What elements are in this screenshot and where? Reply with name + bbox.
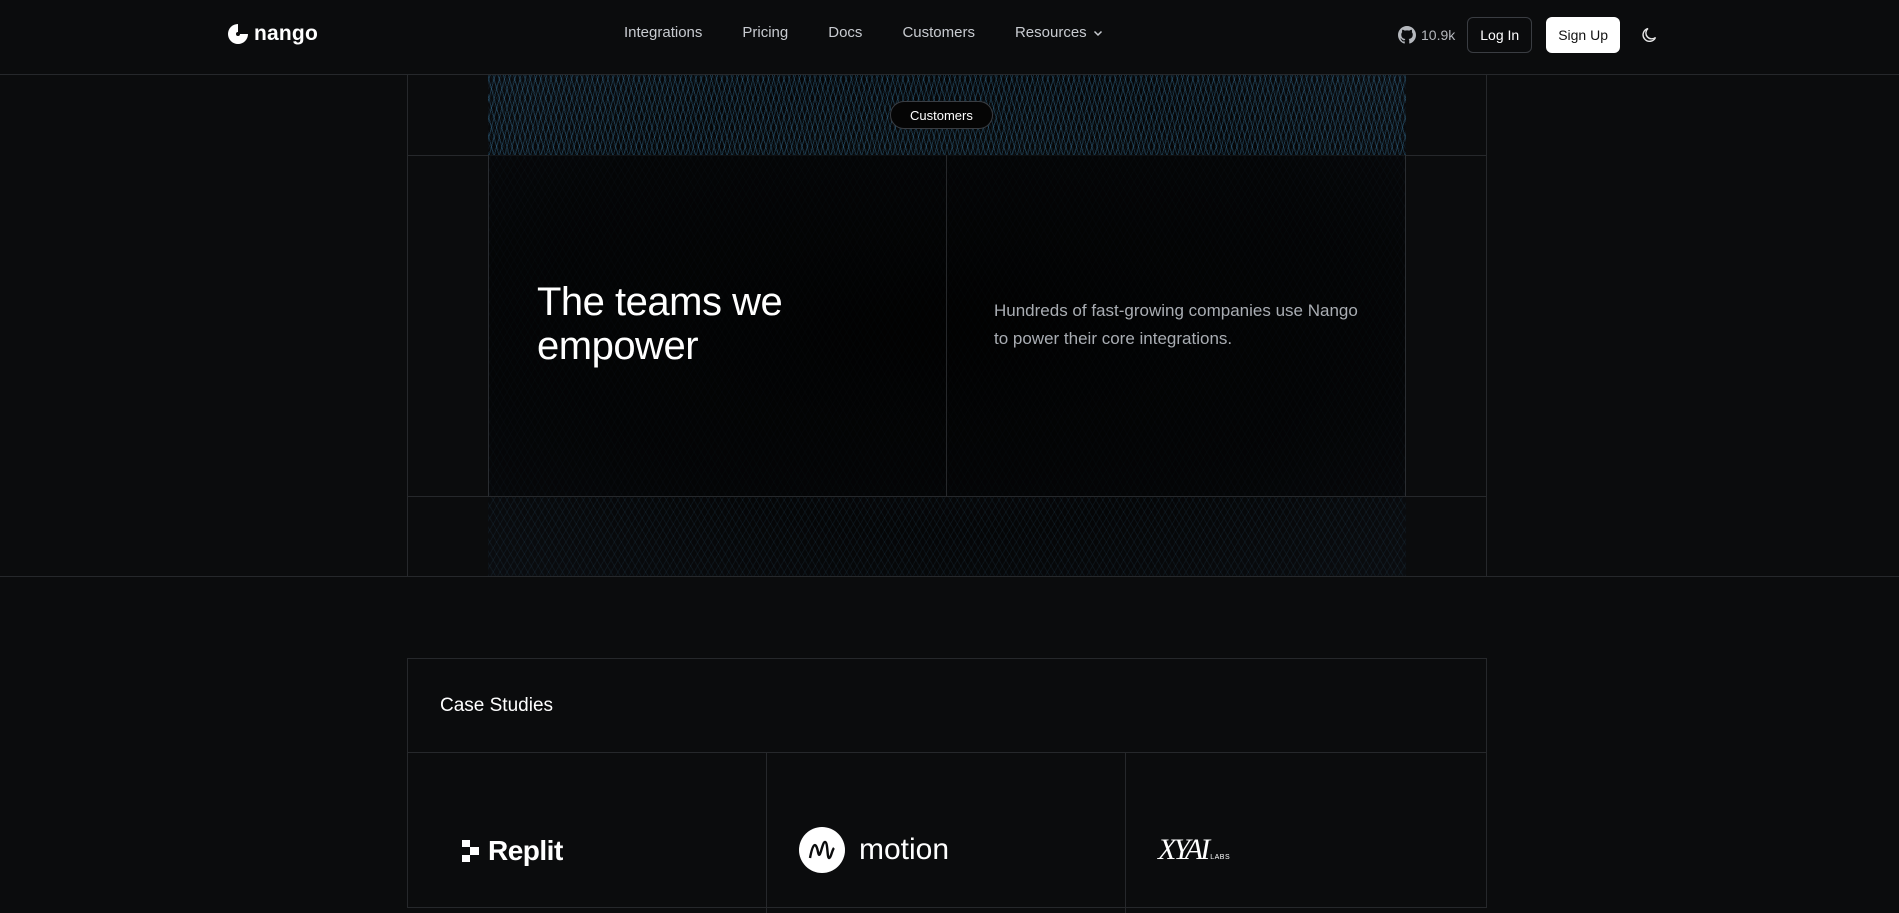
- xyai-logo-text: XYAI: [1158, 833, 1210, 866]
- motion-icon: [799, 827, 845, 873]
- hero-subtitle: Hundreds of fast-growing companies use N…: [994, 301, 1358, 348]
- main-menu: Integrations Pricing Docs Customers Reso…: [624, 24, 1103, 41]
- menu-item-integrations[interactable]: Integrations: [624, 24, 702, 41]
- replit-icon: [462, 840, 479, 862]
- hero-vertical-divider: [946, 155, 947, 496]
- nav-actions: 10.9k Log In Sign Up: [1398, 17, 1660, 53]
- case-study-card-motion[interactable]: motion: [767, 753, 1126, 913]
- chevron-down-icon: [1093, 30, 1102, 36]
- hero-section: [0, 75, 1899, 577]
- xyai-logo-suffix: LABS: [1210, 854, 1231, 861]
- github-stars-link[interactable]: 10.9k: [1398, 26, 1455, 44]
- motion-logo: motion: [799, 827, 949, 873]
- xyai-logo: XYAI LABS: [1158, 833, 1230, 867]
- replit-logo-text: Replit: [488, 835, 563, 866]
- hero-title: The teams we empower: [537, 280, 783, 368]
- motion-logo-text: motion: [859, 833, 950, 866]
- replit-logo: Replit: [462, 835, 563, 867]
- logo-text: nango: [254, 22, 318, 45]
- case-studies-header: Case Studies: [408, 659, 1486, 753]
- moon-icon[interactable]: [1640, 25, 1660, 45]
- case-study-card-xyai[interactable]: XYAI LABS: [1126, 753, 1486, 913]
- login-button[interactable]: Log In: [1467, 17, 1533, 53]
- hero-divider-bottom: [407, 496, 1487, 497]
- case-studies-section: Case Studies Replit motion XYAI LABS: [407, 658, 1487, 913]
- menu-item-resources-label: Resources: [1014, 24, 1087, 41]
- customers-badge: Customers: [890, 101, 993, 129]
- nango-logo[interactable]: nango: [226, 22, 318, 46]
- menu-item-docs[interactable]: Docs: [828, 24, 862, 41]
- case-studies-title: Case Studies: [440, 695, 554, 716]
- menu-item-customers[interactable]: Customers: [902, 24, 975, 41]
- menu-item-resources[interactable]: Resources: [1015, 24, 1103, 41]
- top-nav: nango Integrations Pricing Docs Customer…: [0, 0, 1899, 75]
- nango-logo-icon: [228, 24, 248, 44]
- github-stars-count: 10.9k: [1421, 27, 1456, 43]
- case-study-card-replit[interactable]: Replit: [408, 753, 767, 913]
- signup-button[interactable]: Sign Up: [1546, 17, 1620, 53]
- github-icon: [1398, 26, 1416, 44]
- menu-item-pricing[interactable]: Pricing: [742, 24, 788, 41]
